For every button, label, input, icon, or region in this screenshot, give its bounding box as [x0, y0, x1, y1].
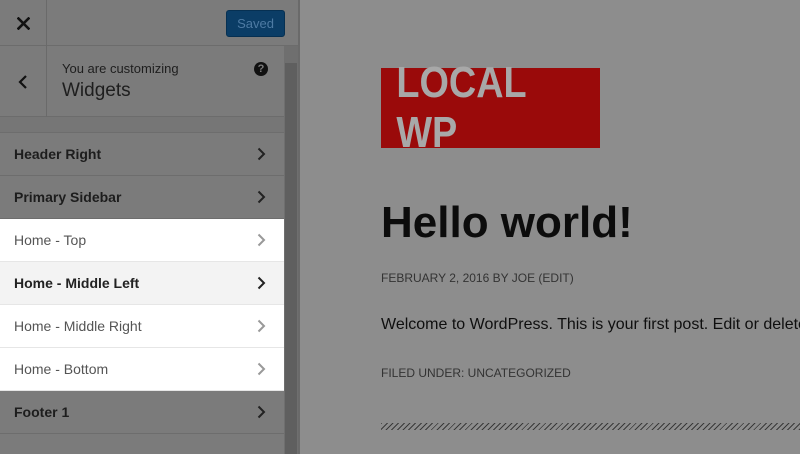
widget-area-home-middle-left[interactable]: Home - Middle Left [0, 262, 284, 305]
page-title: Widgets [62, 80, 131, 101]
back-button[interactable] [0, 46, 47, 117]
widget-area-list: Header Right Primary Sidebar Home - Top … [0, 133, 284, 434]
chevron-right-icon [257, 319, 266, 333]
post-meta: FEBRUARY 2, 2016 BY JOE (EDIT) [381, 271, 574, 285]
chevron-left-icon [18, 74, 27, 89]
site-preview: LOCAL WP Hello world! FEBRUARY 2, 2016 B… [300, 0, 800, 454]
customizer-topbar: Saved [0, 0, 298, 46]
scrollbar[interactable] [284, 45, 298, 454]
chevron-right-icon [257, 147, 266, 161]
widget-area-label: Home - Top [14, 232, 87, 248]
site-logo-text: LOCAL WP [396, 58, 526, 157]
chevron-right-icon [257, 362, 266, 376]
post-body: Welcome to WordPress. This is your first… [381, 316, 800, 333]
widget-area-header-right[interactable]: Header Right [0, 133, 284, 176]
scrollbar-thumb[interactable] [285, 63, 297, 454]
saved-button[interactable]: Saved [226, 10, 285, 37]
widget-area-label: Home - Middle Right [14, 318, 142, 334]
widget-area-label: Footer 1 [14, 404, 70, 420]
close-button[interactable] [0, 0, 47, 46]
customizing-label: You are customizing [62, 61, 179, 76]
widget-area-label: Home - Middle Left [14, 275, 140, 291]
widget-area-home-top[interactable]: Home - Top [0, 219, 284, 262]
widget-area-home-middle-right[interactable]: Home - Middle Right [0, 305, 284, 348]
post-title[interactable]: Hello world! [381, 198, 633, 248]
section-separator [0, 117, 284, 133]
widget-area-label: Home - Bottom [14, 361, 109, 377]
post-categories: FILED UNDER: UNCATEGORIZED [381, 366, 571, 380]
post-divider [381, 423, 800, 430]
chevron-right-icon [257, 405, 266, 419]
chevron-right-icon [257, 233, 266, 247]
widget-area-primary-sidebar[interactable]: Primary Sidebar [0, 176, 284, 219]
close-icon [16, 16, 30, 30]
chevron-right-icon [257, 190, 266, 204]
help-icon[interactable]: ? [254, 62, 268, 76]
widget-area-label: Primary Sidebar [14, 189, 122, 205]
site-logo[interactable]: LOCAL WP [381, 58, 600, 157]
widget-area-label: Header Right [14, 146, 102, 162]
widget-area-footer-1[interactable]: Footer 1 [0, 391, 284, 434]
chevron-right-icon [257, 276, 266, 290]
widget-area-home-bottom[interactable]: Home - Bottom [0, 348, 284, 391]
section-header: You are customizing Widgets ? [0, 46, 284, 117]
